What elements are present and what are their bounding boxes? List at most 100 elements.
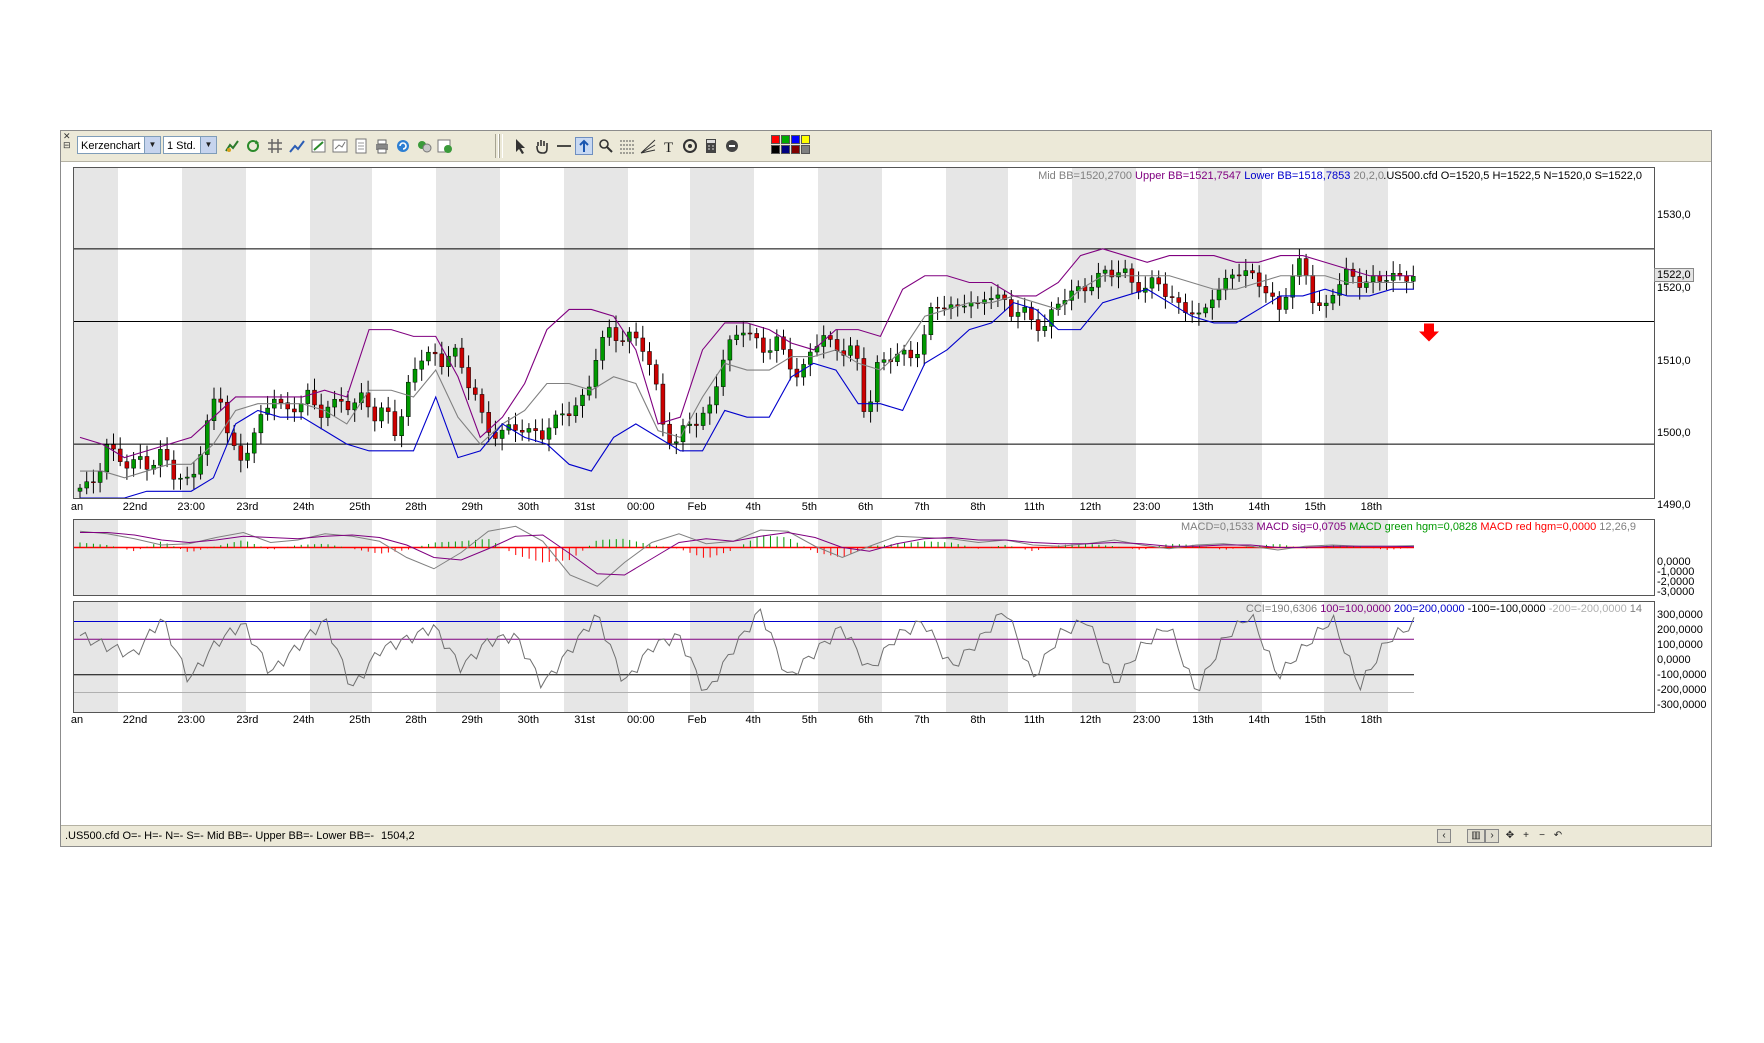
time-tick-label: 28th xyxy=(405,714,427,726)
toolbar-separator xyxy=(499,134,503,158)
cci-chart[interactable] xyxy=(74,602,1654,712)
edit-chart-icon[interactable] xyxy=(310,137,328,155)
day-band xyxy=(946,520,1008,595)
candle-body xyxy=(935,307,940,309)
line-chart-icon[interactable] xyxy=(288,137,306,155)
time-tick-label: 6th xyxy=(857,714,874,726)
fan-lines-icon[interactable] xyxy=(639,137,657,155)
day-band xyxy=(1324,168,1388,498)
print-icon[interactable] xyxy=(373,137,391,155)
candle-body xyxy=(1035,319,1041,331)
price-axis: 1530,0 1522,0 1520,0 1510,0 1500,0 1490,… xyxy=(1653,167,1711,511)
candle-body xyxy=(164,449,170,461)
pointer-icon[interactable] xyxy=(511,137,529,155)
candle-body xyxy=(586,386,592,396)
candle-body xyxy=(77,487,83,492)
time-tick-label: 7th xyxy=(914,714,930,726)
candle-body xyxy=(573,405,579,416)
chart-type-select[interactable]: Kerzenchart ▼ xyxy=(77,136,161,154)
chart-window-icon[interactable] xyxy=(331,137,349,155)
time-axis: an 22nd 23:00 23rd 24th 25th 28th 29th 30th 31st 0… xyxy=(71,501,1653,517)
candle-body xyxy=(700,412,706,426)
crosshair-icon[interactable] xyxy=(575,137,593,155)
color-swatch[interactable] xyxy=(791,145,800,154)
candle-body xyxy=(848,345,853,356)
candle-body xyxy=(305,389,311,404)
zoom-icon[interactable] xyxy=(597,137,615,155)
color-swatch[interactable] xyxy=(791,135,800,144)
refresh-icon[interactable] xyxy=(394,137,412,155)
axis-label: 0,0000 xyxy=(1657,654,1691,666)
template-icon[interactable] xyxy=(436,137,454,155)
color-swatch[interactable] xyxy=(771,135,780,144)
candle-body xyxy=(1189,312,1195,315)
time-tick-label: 5th xyxy=(801,501,818,513)
legend-macd-green: MACD green hgm=0,0828 xyxy=(1349,521,1478,533)
candle-body xyxy=(881,359,887,363)
candle-body xyxy=(124,461,130,469)
candle-body xyxy=(131,459,136,469)
color-swatch[interactable] xyxy=(781,145,790,154)
interval-select[interactable]: 1 Std. ▼ xyxy=(163,136,217,154)
move-icon[interactable]: ✥ xyxy=(1503,829,1517,843)
color-swatch[interactable] xyxy=(771,145,780,154)
axis-label: 1490,0 xyxy=(1657,499,1691,511)
time-tick-label: 13th xyxy=(1192,714,1214,726)
close-icon[interactable]: ✕ ⊟ xyxy=(63,132,71,150)
candle-body xyxy=(1297,258,1302,277)
day-band xyxy=(818,520,882,595)
eraser-icon[interactable] xyxy=(723,137,741,155)
fibonacci-icon[interactable] xyxy=(618,137,636,155)
candle-body xyxy=(1317,302,1322,306)
status-value: 1504,2 xyxy=(381,830,415,842)
chevron-down-icon[interactable]: ▼ xyxy=(144,137,160,153)
legend-cci-100: 100=100,0000 xyxy=(1320,603,1391,615)
candle-body xyxy=(1290,276,1295,298)
color-swatch[interactable] xyxy=(801,145,810,154)
candle-body xyxy=(439,353,445,367)
zoom-in-icon[interactable]: + xyxy=(1519,829,1533,843)
refresh-indicator-icon[interactable] xyxy=(244,137,262,155)
status-bar: .US500.cfd O=- H=- N=- S=- Mid BB=- Uppe… xyxy=(61,825,1711,846)
scroll-left-button[interactable]: ‹ xyxy=(1437,829,1451,843)
time-tick-label: 29th xyxy=(461,714,483,726)
candle-body xyxy=(218,398,223,403)
settings-icon[interactable] xyxy=(415,137,433,155)
axis-label: 100,0000 xyxy=(1657,639,1703,651)
calculator-icon[interactable] xyxy=(702,137,720,155)
candle-body xyxy=(607,327,612,338)
price-chart[interactable] xyxy=(74,168,1654,498)
time-tick-label: 12th xyxy=(1079,714,1102,726)
grid-icon[interactable] xyxy=(266,137,284,155)
horizontal-line-icon[interactable] xyxy=(555,137,573,155)
candle-body xyxy=(144,456,150,470)
time-tick-label: 5th xyxy=(801,714,818,726)
candle-body xyxy=(1230,274,1235,279)
color-swatch[interactable] xyxy=(781,135,790,144)
scrollbar-thumb[interactable]: ▥ xyxy=(1467,829,1485,843)
zoom-out-icon[interactable]: − xyxy=(1535,829,1549,843)
cycle-icon[interactable] xyxy=(681,137,699,155)
chevron-down-icon[interactable]: ▼ xyxy=(200,137,216,153)
candle-body xyxy=(1310,275,1316,303)
candle-body xyxy=(915,353,920,359)
hand-icon[interactable] xyxy=(533,137,551,155)
color-swatch[interactable] xyxy=(801,135,810,144)
indicator-icon[interactable] xyxy=(223,137,241,155)
day-band xyxy=(946,168,1008,498)
chart-type-value: Kerzenchart xyxy=(81,140,141,152)
candle-body xyxy=(385,407,391,412)
document-icon[interactable] xyxy=(352,137,370,155)
time-tick-label: 4th xyxy=(745,714,761,726)
reset-view-icon[interactable]: ↶ xyxy=(1551,829,1565,843)
candle-body xyxy=(767,350,773,353)
candle-body xyxy=(231,432,237,446)
scroll-right-button[interactable]: › xyxy=(1485,829,1499,843)
text-icon[interactable]: T xyxy=(660,137,678,155)
legend-cci: CCI=190,6306 xyxy=(1245,603,1318,615)
axis-label: 1510,0 xyxy=(1657,355,1691,367)
candle-body xyxy=(633,331,639,339)
time-tick-label: 22nd xyxy=(122,714,148,726)
candle-body xyxy=(660,383,666,425)
axis-label: -3,0000 xyxy=(1657,586,1695,598)
